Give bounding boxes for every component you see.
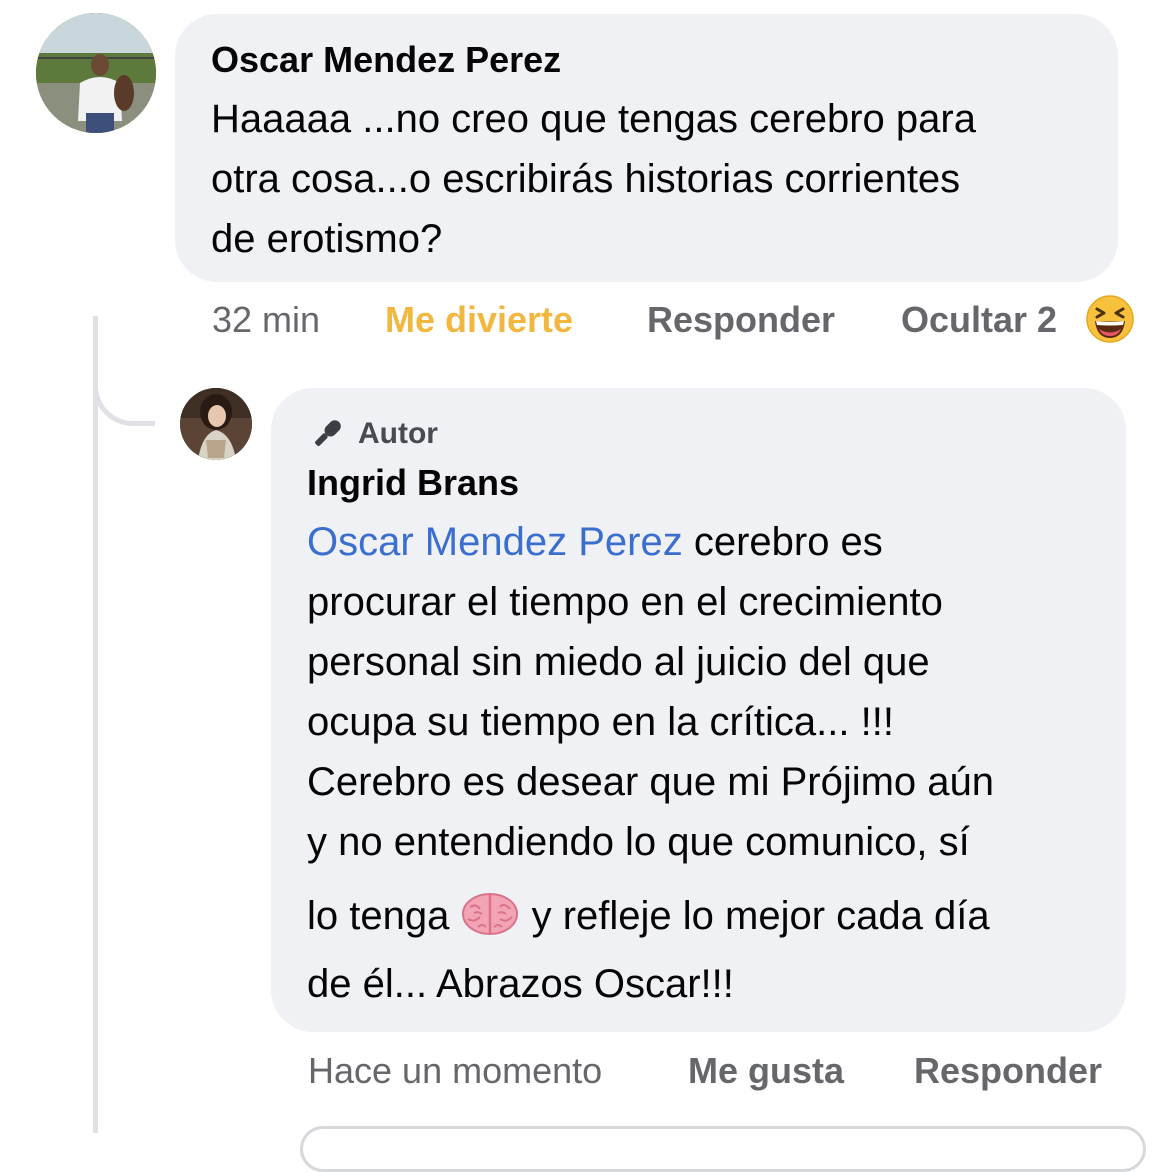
laughing-emoji-icon[interactable] bbox=[1085, 294, 1135, 344]
reply-text-line: personal sin miedo al juicio del que bbox=[307, 640, 930, 684]
reaction-button[interactable]: Me divierte bbox=[385, 298, 573, 342]
comment-text: Haaaaa ...no creo que tengas cerebro par… bbox=[211, 89, 976, 269]
reply-text-line: Cerebro es desear que mi Prójimo aún bbox=[307, 760, 995, 804]
reply-button[interactable]: Responder bbox=[647, 298, 835, 342]
hide-replies-button[interactable]: Ocultar 2 bbox=[901, 298, 1057, 342]
reply-text-segment: cerebro es bbox=[682, 520, 883, 564]
brain-emoji-icon bbox=[460, 888, 520, 938]
comment-text-line: de erotismo? bbox=[211, 217, 443, 261]
reply-text-line: procurar el tiempo en el crecimiento bbox=[307, 580, 943, 624]
comment-text-line: Haaaaa ...no creo que tengas cerebro par… bbox=[211, 97, 976, 141]
thread-connector bbox=[93, 340, 155, 426]
reply-button[interactable]: Responder bbox=[914, 1049, 1102, 1093]
reply-text: Oscar Mendez Perez cerebro es procurar e… bbox=[307, 512, 994, 1014]
avatar[interactable] bbox=[36, 13, 156, 133]
reply-timestamp[interactable]: Hace un momento bbox=[308, 1049, 602, 1093]
reply-text-line: ocupa su tiempo en la crítica... !!! bbox=[307, 700, 894, 744]
reply-text-line: Oscar Mendez Perez cerebro es bbox=[307, 512, 994, 572]
reply-text-line: de él... Abrazos Oscar!!! bbox=[307, 962, 734, 1006]
comment-timestamp[interactable]: 32 min bbox=[212, 298, 320, 342]
reply-text-line: y no entendiendo lo que comunico, sí bbox=[307, 820, 970, 864]
thread-line bbox=[93, 316, 98, 1133]
like-button[interactable]: Me gusta bbox=[688, 1049, 844, 1093]
microphone-icon bbox=[308, 415, 346, 453]
reply-text-line: lo tenga y refleje lo mejor cada día bbox=[307, 878, 994, 954]
profile-photo bbox=[180, 388, 252, 460]
mention-link[interactable]: Oscar Mendez Perez bbox=[307, 520, 683, 564]
reply-author-name[interactable]: Ingrid Brans bbox=[307, 461, 519, 505]
avatar[interactable] bbox=[180, 388, 252, 460]
reply-text-segment: y refleje lo mejor cada día bbox=[531, 894, 990, 938]
comment-author-name[interactable]: Oscar Mendez Perez bbox=[211, 38, 561, 82]
comment-text-line: otra cosa...o escribirás historias corri… bbox=[211, 157, 961, 201]
profile-photo bbox=[36, 13, 156, 133]
reply-text-segment: lo tenga bbox=[307, 894, 450, 938]
author-badge: Autor bbox=[358, 417, 438, 450]
